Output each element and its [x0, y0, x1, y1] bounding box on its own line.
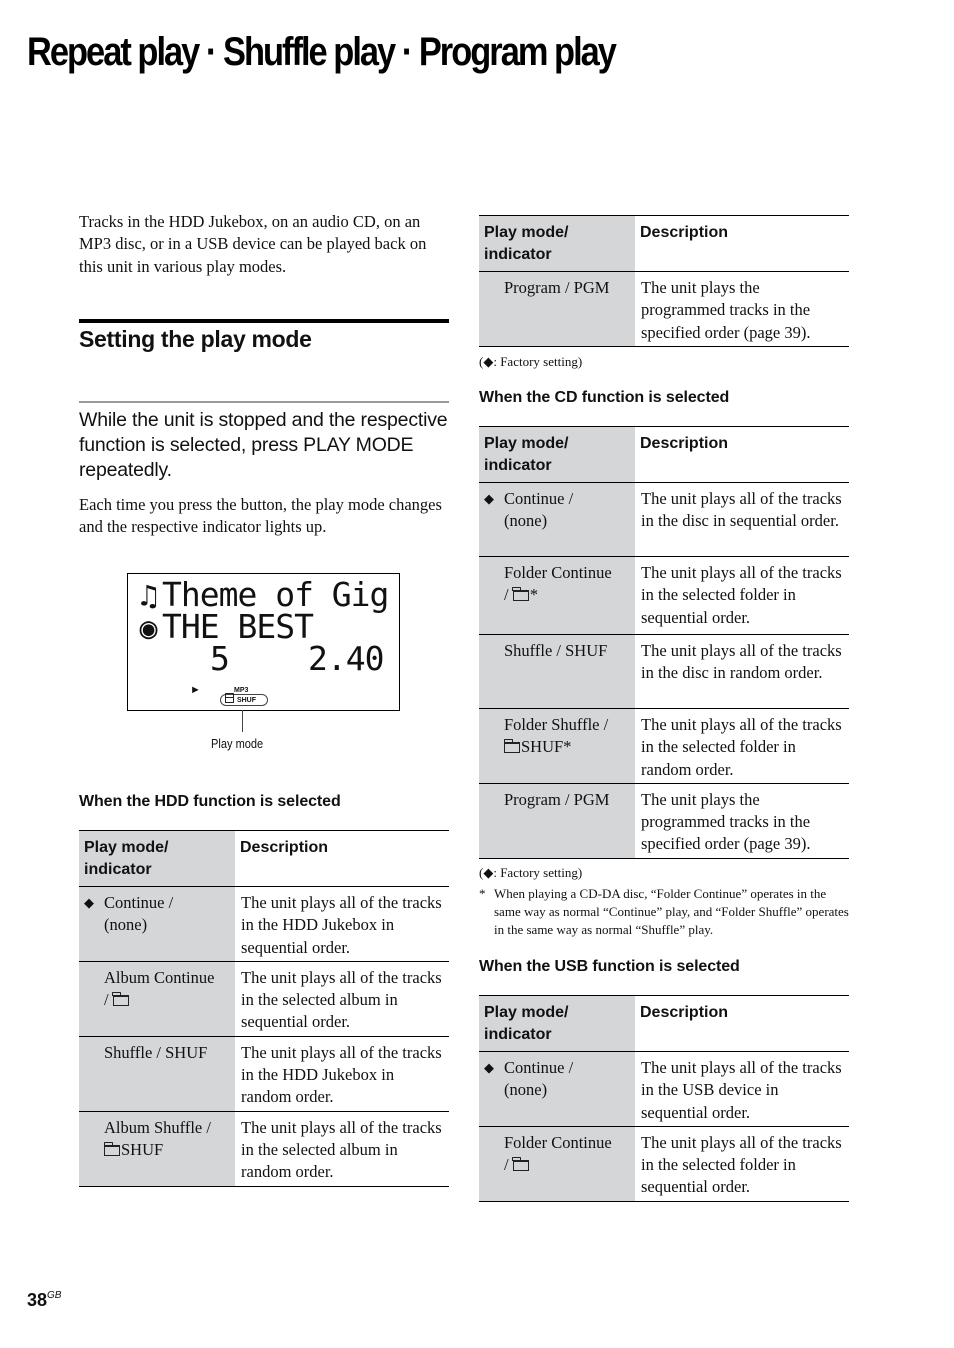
column-header-description: Description — [240, 839, 329, 856]
table-row: ◆ Continue / (none) The unit plays all of … — [479, 482, 849, 557]
description-cell: The unit plays all of the tracks in the … — [641, 641, 842, 683]
mode-cell: Folder Continue / — [479, 1126, 635, 1202]
column-header-description: Description — [640, 435, 729, 452]
column-header-description: Description — [640, 224, 729, 241]
mode-cell: Folder Continue / * — [479, 556, 635, 635]
column-header-mode: Play mode/indicator — [479, 215, 635, 272]
table-row: Program / PGM The unit plays the program… — [479, 783, 849, 859]
cd-footnote: * When playing a CD-DA disc, “Folder Con… — [479, 886, 849, 937]
play-icon: ► — [190, 684, 201, 696]
factory-setting-icon: ◆ — [484, 491, 494, 506]
description-cell: The unit plays the programmed tracks in … — [641, 789, 811, 854]
mode-cell: Album Shuffle / SHUF — [79, 1111, 235, 1187]
step-instruction: While the unit is stopped and the respec… — [79, 409, 448, 481]
display-illustration: ♫ Theme of Gig ◉ THE BEST 5 2.40 ► MP3 SHU… — [127, 573, 400, 711]
folder-icon — [224, 693, 234, 703]
play-mode-indicator: SHUF — [220, 693, 268, 706]
mode-cell: Program / PGM — [479, 783, 635, 859]
factory-setting-icon: ◆ — [484, 1060, 494, 1075]
mode-cell: ◆ Continue / (none) — [79, 886, 235, 962]
table-row: Folder Shuffle / SHUF* The unit plays all… — [479, 708, 849, 784]
mode-cell: Folder Shuffle / SHUF* — [479, 708, 635, 784]
display-track-number: 5 — [210, 639, 230, 678]
table-row: Folder Continue / * The unit plays all of… — [479, 556, 849, 635]
description-cell: The unit plays all of the tracks in the … — [241, 1042, 442, 1107]
mode-cell: ◆ Continue / (none) — [479, 1051, 635, 1127]
table-row: ◆ Continue / (none) The unit plays all of … — [79, 886, 449, 962]
display-time: 2.40 — [308, 639, 384, 678]
description-cell: The unit plays the programmed tracks in … — [641, 278, 811, 342]
table-row: Program / PGM The unit plays the program… — [479, 271, 849, 347]
description-cell: The unit plays all of the tracks in the … — [241, 967, 442, 1032]
section-divider — [79, 319, 449, 323]
step-note: Each time you press the button, the play… — [79, 495, 442, 537]
disc-icon: ◉ — [139, 611, 157, 646]
factory-setting-icon: ◆ — [84, 895, 94, 910]
usb-table-title: When the USB function is selected — [479, 958, 740, 975]
cd-play-mode-table: Play mode/indicator Description ◆ Continu… — [479, 426, 849, 859]
hdd-play-mode-table: Play mode/indicator Description ◆ Continu… — [79, 830, 449, 1187]
description-cell: The unit plays all of the tracks in the … — [641, 1132, 842, 1197]
description-cell: The unit plays all of the tracks in the … — [641, 715, 842, 779]
folder-icon — [512, 587, 529, 602]
intro-paragraph: Tracks in the HDD Jukebox, on an audio C… — [79, 212, 427, 276]
description-cell: The unit plays all of the tracks in the … — [241, 893, 442, 957]
hdd-play-mode-table-continued: Play mode/indicator Description Program … — [479, 215, 849, 347]
factory-setting-note: (◆: Factory setting) — [479, 865, 583, 880]
mode-cell: Shuffle / SHUF — [79, 1036, 235, 1112]
table-row: Shuffle / SHUF The unit plays all of the… — [479, 634, 849, 709]
description-cell: The unit plays all of the tracks in the … — [641, 1058, 842, 1122]
description-cell: The unit plays all of the tracks in the … — [641, 563, 842, 627]
table-row: Album Shuffle / SHUF The unit plays all o… — [79, 1111, 449, 1187]
music-note-icon: ♫ — [139, 579, 157, 614]
table-row: Album Continue / The unit plays all of th… — [79, 961, 449, 1037]
usb-play-mode-table: Play mode/indicator Description ◆ Continu… — [479, 995, 849, 1202]
mode-cell: Shuffle / SHUF — [479, 634, 635, 709]
page-number: 38GB — [27, 1290, 62, 1310]
mode-cell: Album Continue / — [79, 961, 235, 1037]
page-title: Repeat play · Shuffle play · Program pla… — [27, 30, 617, 74]
step-divider — [79, 401, 449, 403]
factory-setting-note: (◆: Factory setting) — [479, 354, 583, 369]
section-heading: Setting the play mode — [79, 326, 312, 352]
folder-icon — [103, 1141, 120, 1156]
factory-setting-icon: ◆ — [483, 865, 494, 880]
display-album-title: THE BEST — [162, 607, 314, 646]
cd-table-title: When the CD function is selected — [479, 389, 730, 406]
table-row: ◆ Continue / (none) The unit plays all of … — [479, 1051, 849, 1127]
folder-icon — [112, 992, 129, 1007]
column-header-description: Description — [640, 1004, 729, 1021]
table-header-row: Play mode/indicator Description — [79, 830, 449, 887]
mode-cell: Program / PGM — [479, 271, 635, 347]
mp3-indicator: MP3 — [234, 687, 249, 694]
hdd-table-title: When the HDD function is selected — [79, 793, 341, 810]
factory-setting-icon: ◆ — [483, 354, 494, 369]
column-header-mode: Play mode/indicator — [79, 830, 235, 887]
column-header-mode: Play mode/indicator — [479, 995, 635, 1052]
folder-icon — [512, 1157, 529, 1172]
table-row: Folder Continue / The unit plays all of t… — [479, 1126, 849, 1202]
description-cell: The unit plays all of the tracks in the … — [641, 489, 842, 531]
folder-icon — [503, 739, 520, 754]
description-cell: The unit plays all of the tracks in the … — [241, 1117, 442, 1182]
table-header-row: Play mode/indicator Description — [479, 995, 849, 1052]
display-caption: Play mode — [211, 736, 264, 751]
callout-line — [242, 710, 243, 732]
mode-cell: ◆ Continue / (none) — [479, 482, 635, 557]
table-header-row: Play mode/indicator Description — [479, 215, 849, 272]
table-row: Shuffle / SHUF The unit plays all of the… — [79, 1036, 449, 1112]
table-header-row: Play mode/indicator Description — [479, 426, 849, 483]
column-header-mode: Play mode/indicator — [479, 426, 635, 483]
